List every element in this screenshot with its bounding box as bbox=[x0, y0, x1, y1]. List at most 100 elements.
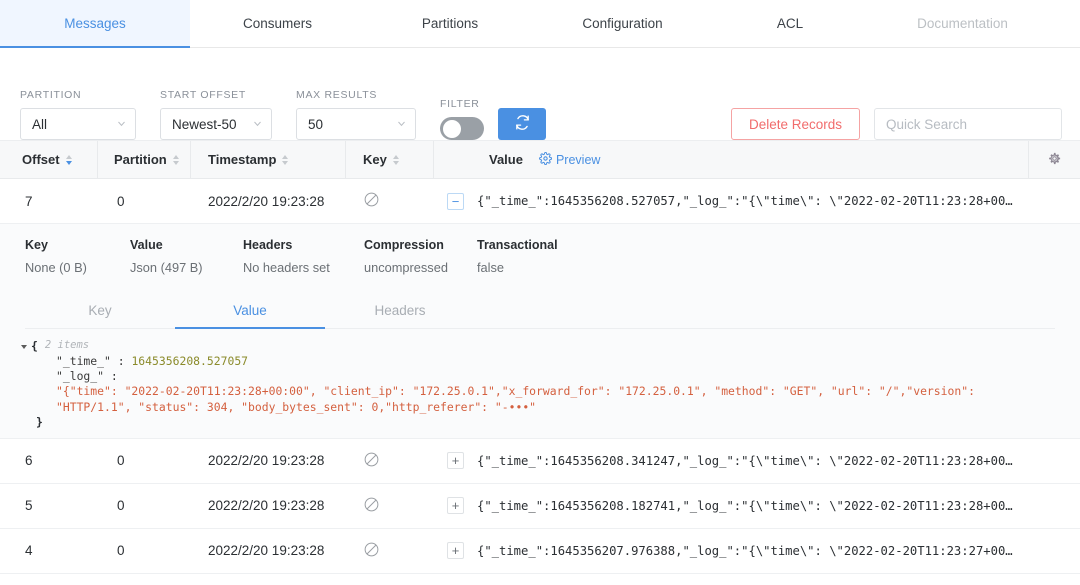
column-header-offset-label: Offset bbox=[22, 152, 60, 167]
subtab-value[interactable]: Value bbox=[175, 292, 325, 328]
table-row[interactable]: 7 0 2022/2/20 19:23:28 − {"_time_":16453… bbox=[0, 179, 1080, 224]
preview-toggle[interactable]: Preview bbox=[539, 152, 600, 168]
tab-documentation: Documentation bbox=[870, 0, 1055, 47]
sort-partition-icon[interactable] bbox=[173, 155, 179, 165]
row-expand-button[interactable]: + bbox=[447, 452, 464, 469]
tab-messages-label: Messages bbox=[64, 16, 126, 31]
gear-icon bbox=[539, 152, 556, 168]
json-root-line: { 2 items bbox=[22, 339, 1080, 354]
cell-offset: 7 bbox=[0, 194, 98, 209]
column-header-key-label: Key bbox=[363, 152, 387, 167]
tab-partitions[interactable]: Partitions bbox=[365, 0, 535, 47]
json-log-colon: : bbox=[104, 369, 118, 384]
json-open-brace: { bbox=[31, 339, 38, 354]
cell-timestamp: 2022/2/20 19:23:28 bbox=[191, 498, 346, 513]
cell-timestamp: 2022/2/20 19:23:28 bbox=[191, 194, 346, 209]
cell-offset: 4 bbox=[0, 543, 98, 558]
start-offset-field: START OFFSET Newest-50 bbox=[160, 89, 272, 140]
filter-field: FILTER bbox=[440, 98, 484, 140]
metadata-transactional-value: false bbox=[477, 260, 597, 275]
json-log-key-line: "_log_" : bbox=[22, 369, 1080, 384]
gear-icon bbox=[1047, 151, 1062, 169]
metadata-headers-value: No headers set bbox=[243, 260, 364, 275]
cell-value: + {"_time_":1645356208.182741,"_log_":"{… bbox=[434, 497, 1080, 514]
filter-toolbar: PARTITION All START OFFSET Newest-50 MAX… bbox=[0, 48, 1080, 140]
column-header-key[interactable]: Key bbox=[346, 141, 434, 178]
cell-value-text: {"_time_":1645356208.527057,"_log_":"{\"… bbox=[477, 194, 1013, 208]
cell-key bbox=[346, 191, 434, 211]
cell-partition: 0 bbox=[98, 498, 191, 513]
max-results-value: 50 bbox=[308, 117, 323, 132]
sort-timestamp-icon[interactable] bbox=[282, 155, 288, 165]
cell-partition: 0 bbox=[98, 453, 191, 468]
detail-subtab-bar: Key Value Headers bbox=[25, 292, 1055, 329]
partition-select[interactable]: All bbox=[20, 108, 136, 140]
table-row[interactable]: 3 0 2022/2/20 19:23:28 + {"_time_":16453… bbox=[0, 574, 1080, 585]
delete-records-button[interactable]: Delete Records bbox=[731, 108, 860, 140]
subtab-key[interactable]: Key bbox=[25, 292, 175, 328]
refresh-button[interactable] bbox=[498, 108, 546, 140]
tab-acl-label: ACL bbox=[777, 16, 803, 31]
tab-partitions-label: Partitions bbox=[422, 16, 478, 31]
column-header-partition[interactable]: Partition bbox=[98, 141, 191, 178]
metadata-transactional: Transactional false bbox=[477, 238, 597, 275]
toolbar-actions: Delete Records bbox=[731, 108, 1062, 140]
sort-key-icon[interactable] bbox=[393, 155, 399, 165]
partition-value: All bbox=[32, 117, 47, 132]
max-results-field: MAX RESULTS 50 bbox=[296, 89, 416, 140]
column-header-offset[interactable]: Offset bbox=[0, 141, 98, 178]
subtab-key-label: Key bbox=[88, 303, 111, 318]
start-offset-value: Newest-50 bbox=[172, 117, 237, 132]
metadata-compression: Compression uncompressed bbox=[364, 238, 477, 275]
column-header-timestamp[interactable]: Timestamp bbox=[191, 141, 346, 178]
start-offset-select[interactable]: Newest-50 bbox=[160, 108, 272, 140]
cell-value-text: {"_time_":1645356208.182741,"_log_":"{\"… bbox=[477, 499, 1013, 513]
tab-messages[interactable]: Messages bbox=[0, 0, 190, 47]
table-header-row: Offset Partition Timestamp Key Value bbox=[0, 141, 1080, 179]
row-expand-button[interactable]: + bbox=[447, 497, 464, 514]
table-row[interactable]: 5 0 2022/2/20 19:23:28 + {"_time_":16453… bbox=[0, 484, 1080, 529]
column-header-value: Value Preview bbox=[434, 141, 1080, 178]
quick-search-input[interactable] bbox=[874, 108, 1062, 140]
table-row[interactable]: 4 0 2022/2/20 19:23:28 + {"_time_":16453… bbox=[0, 529, 1080, 574]
row-collapse-button[interactable]: − bbox=[447, 193, 464, 210]
cell-timestamp: 2022/2/20 19:23:28 bbox=[191, 543, 346, 558]
no-key-icon bbox=[363, 191, 380, 211]
tab-acl[interactable]: ACL bbox=[710, 0, 870, 47]
cell-timestamp: 2022/2/20 19:23:28 bbox=[191, 453, 346, 468]
metadata-value-value: Json (497 B) bbox=[130, 260, 243, 275]
cell-key bbox=[346, 451, 434, 471]
cell-offset: 5 bbox=[0, 498, 98, 513]
tab-consumers[interactable]: Consumers bbox=[190, 0, 365, 47]
json-close-brace: } bbox=[22, 415, 1080, 430]
filter-toggle-knob bbox=[443, 120, 461, 138]
metadata-compression-value: uncompressed bbox=[364, 260, 477, 275]
cell-value: − {"_time_":1645356208.527057,"_log_":"{… bbox=[434, 193, 1080, 210]
row-expand-button[interactable]: + bbox=[447, 542, 464, 559]
cell-value: + {"_time_":1645356207.976388,"_log_":"{… bbox=[434, 542, 1080, 559]
partition-label: PARTITION bbox=[20, 89, 136, 101]
metadata-key: Key None (0 B) bbox=[25, 238, 130, 275]
cell-partition: 0 bbox=[98, 543, 191, 558]
table-row[interactable]: 6 0 2022/2/20 19:23:28 + {"_time_":16453… bbox=[0, 439, 1080, 484]
subtab-value-label: Value bbox=[233, 303, 267, 318]
chevron-down-icon bbox=[117, 119, 126, 128]
column-header-partition-label: Partition bbox=[114, 152, 167, 167]
max-results-select[interactable]: 50 bbox=[296, 108, 416, 140]
partition-field: PARTITION All bbox=[20, 89, 136, 140]
refresh-icon bbox=[514, 114, 531, 134]
sort-offset-icon[interactable] bbox=[66, 155, 72, 165]
tab-configuration[interactable]: Configuration bbox=[535, 0, 710, 47]
json-time-value: 1645356208.527057 bbox=[131, 354, 248, 369]
filter-toggle[interactable] bbox=[440, 117, 484, 140]
json-log-value-line-1: "{"time": "2022-02-20T11:23:28+00:00", "… bbox=[22, 384, 1080, 399]
tab-consumers-label: Consumers bbox=[243, 16, 312, 31]
subtab-headers[interactable]: Headers bbox=[325, 292, 475, 328]
table-settings-button[interactable] bbox=[1028, 141, 1080, 178]
json-time-key: "_time_" bbox=[56, 354, 111, 369]
cell-partition: 0 bbox=[98, 194, 191, 209]
collapse-triangle-icon[interactable] bbox=[21, 345, 27, 349]
metadata-headers: Headers No headers set bbox=[243, 238, 364, 275]
cell-key bbox=[346, 541, 434, 561]
no-key-icon bbox=[363, 541, 380, 561]
